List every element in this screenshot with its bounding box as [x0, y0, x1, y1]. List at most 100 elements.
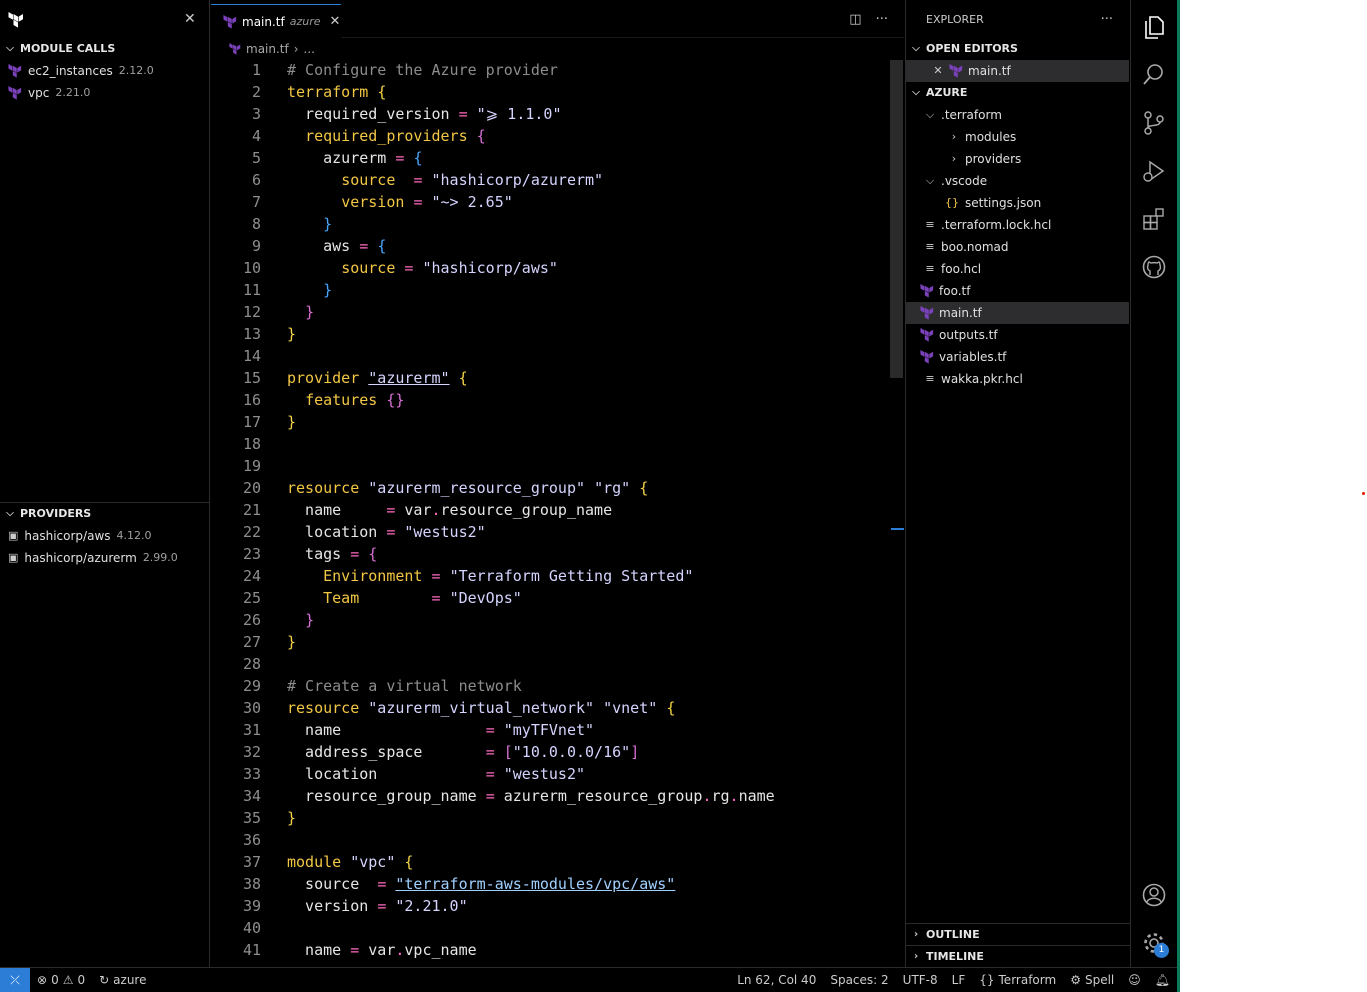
line-number: 33	[242, 765, 261, 783]
code-line: 4 required_providers {	[211, 125, 904, 147]
workspace-header[interactable]: ⌵ AZURE	[906, 82, 1129, 104]
terraform-icon	[920, 350, 934, 364]
line-number: 17	[242, 413, 261, 431]
tree-label: main.tf	[939, 306, 982, 320]
editor-group: main.tf azure ✕ ◫ ··· main.tf › ... 1 # C…	[211, 0, 904, 967]
providers-header[interactable]: ⌵ PROVIDERS	[0, 503, 209, 525]
timeline-header[interactable]: › TIMELINE	[906, 946, 1130, 968]
open-editors-header[interactable]: ⌵ OPEN EDITORS	[906, 38, 1129, 60]
tree-folder[interactable]: › modules	[906, 126, 1129, 148]
tree-label: modules	[965, 130, 1017, 144]
tree-label: variables.tf	[939, 350, 1007, 364]
code-line: 3 required_version = "⩾ 1.1.0"	[211, 103, 904, 125]
accounts-icon[interactable]	[1141, 882, 1167, 908]
line-number: 25	[242, 589, 261, 607]
provider-item[interactable]: ▣ hashicorp/aws 4.12.0	[0, 525, 209, 547]
tree-folder[interactable]: ⌵ .vscode	[906, 170, 1129, 192]
code-line: 5 azurerm = {	[211, 147, 904, 169]
encoding[interactable]: UTF-8	[896, 973, 945, 987]
indentation[interactable]: Spaces: 2	[823, 973, 895, 987]
error-icon: ⊗	[37, 973, 48, 987]
spell-checker[interactable]: ⚙ Spell	[1063, 973, 1121, 987]
line-number: 28	[242, 655, 261, 673]
explorer-files-icon[interactable]	[1141, 14, 1167, 40]
tree-file[interactable]: foo.tf	[906, 280, 1129, 302]
providers-title: PROVIDERS	[20, 507, 92, 520]
tree-file[interactable]: outputs.tf	[906, 324, 1129, 346]
code-line: 11 }	[211, 279, 904, 301]
text-file-icon: ≡	[925, 372, 935, 385]
outline-section[interactable]: › OUTLINE	[906, 923, 1130, 946]
more-actions-icon[interactable]: ···	[1101, 0, 1113, 40]
sync-indicator[interactable]: ↻ azure	[92, 973, 153, 987]
code-line: 7 version = "~> 2.65"	[211, 191, 904, 213]
provider-item[interactable]: ▣ hashicorp/azurerm 2.99.0	[0, 547, 209, 569]
source-control-icon[interactable]	[1141, 110, 1167, 136]
tree-file[interactable]: ≡ boo.nomad	[906, 236, 1129, 258]
code-line: 9 aws = {	[211, 235, 904, 257]
extensions-icon[interactable]	[1141, 206, 1167, 232]
problems-indicator[interactable]: ⊗ 0 ⚠ 0	[30, 973, 92, 987]
tree-file[interactable]: main.tf	[906, 302, 1129, 324]
code-editor[interactable]: 1 # Configure the Azure provider 2 terrafo…	[211, 59, 904, 967]
tree-file[interactable]: ≡ .terraform.lock.hcl	[906, 214, 1129, 236]
code-line: 23 tags = {	[211, 543, 904, 565]
tree-file[interactable]: ≡ foo.hcl	[906, 258, 1129, 280]
package-icon: ▣	[8, 529, 19, 542]
split-editor-icon[interactable]: ◫	[849, 12, 861, 27]
tab-main-tf[interactable]: main.tf azure ✕	[211, 4, 341, 38]
module-name: ec2_instances	[28, 64, 113, 78]
line-number: 1	[251, 61, 261, 79]
tree-label: boo.nomad	[941, 240, 1009, 254]
breadcrumb-file[interactable]: main.tf	[246, 38, 289, 60]
chevron-right-icon: ›	[293, 42, 299, 56]
run-debug-icon[interactable]	[1141, 158, 1167, 184]
module-item[interactable]: ec2_instances 2.12.0	[0, 60, 209, 82]
gear-icon: ⚙	[1070, 973, 1081, 987]
module-calls-header[interactable]: ⌵ MODULE CALLS	[0, 38, 209, 60]
code-line: 14	[211, 345, 904, 367]
tree-folder[interactable]: ⌵ .terraform	[906, 104, 1129, 126]
module-version: 2.12.0	[118, 64, 154, 77]
warning-icon: ⚠	[62, 973, 74, 987]
line-number: 31	[242, 721, 261, 739]
search-icon[interactable]	[1141, 62, 1167, 88]
line-number: 26	[242, 611, 261, 629]
feedback-icon[interactable]: ☺	[1121, 973, 1148, 987]
tree-folder[interactable]: › providers	[906, 148, 1129, 170]
timeline-section[interactable]: › TIMELINE	[906, 945, 1130, 968]
close-icon[interactable]: ✕	[932, 60, 944, 82]
notifications-bell-icon[interactable]: 🔔︎	[1148, 973, 1177, 987]
module-item[interactable]: vpc 2.21.0	[0, 82, 209, 104]
line-number: 29	[242, 677, 261, 695]
end-of-line[interactable]: LF	[945, 973, 973, 987]
tree-file[interactable]: {} settings.json	[906, 192, 1129, 214]
provider-version: 4.12.0	[116, 529, 152, 542]
code-line: 40	[211, 917, 904, 939]
explorer-title: EXPLORER	[926, 13, 984, 26]
breadcrumb-symbols[interactable]: ...	[304, 38, 315, 60]
module-calls-title: MODULE CALLS	[20, 42, 116, 55]
tree-label: providers	[965, 152, 1022, 166]
github-icon[interactable]	[1141, 254, 1167, 280]
line-number: 7	[251, 193, 261, 211]
language-mode[interactable]: {} Terraform	[972, 973, 1063, 987]
tree-file[interactable]: ≡ wakka.pkr.hcl	[906, 368, 1129, 390]
tab-bar: main.tf azure ✕ ◫ ···	[211, 0, 904, 38]
close-tab-icon[interactable]: ✕	[330, 14, 341, 29]
line-number: 36	[242, 831, 261, 849]
vertical-scrollbar[interactable]	[890, 60, 903, 378]
close-icon[interactable]: ✕	[184, 11, 196, 27]
tree-file[interactable]: variables.tf	[906, 346, 1129, 368]
tab-description: azure	[289, 15, 321, 28]
sync-label: azure	[113, 973, 147, 987]
cursor-position[interactable]: Ln 62, Col 40	[730, 973, 823, 987]
more-actions-icon[interactable]: ···	[876, 12, 888, 27]
red-dot-marker	[1362, 492, 1365, 495]
terraform-icon	[920, 284, 934, 298]
remote-indicator-icon[interactable]: ⤫	[0, 968, 30, 992]
braces-icon: {}	[979, 973, 995, 987]
open-editor-item[interactable]: ✕ main.tf	[906, 60, 1129, 82]
code-line: 38 source = "terraform-aws-modules/vpc/a…	[211, 873, 904, 895]
outline-header[interactable]: › OUTLINE	[906, 924, 1130, 946]
